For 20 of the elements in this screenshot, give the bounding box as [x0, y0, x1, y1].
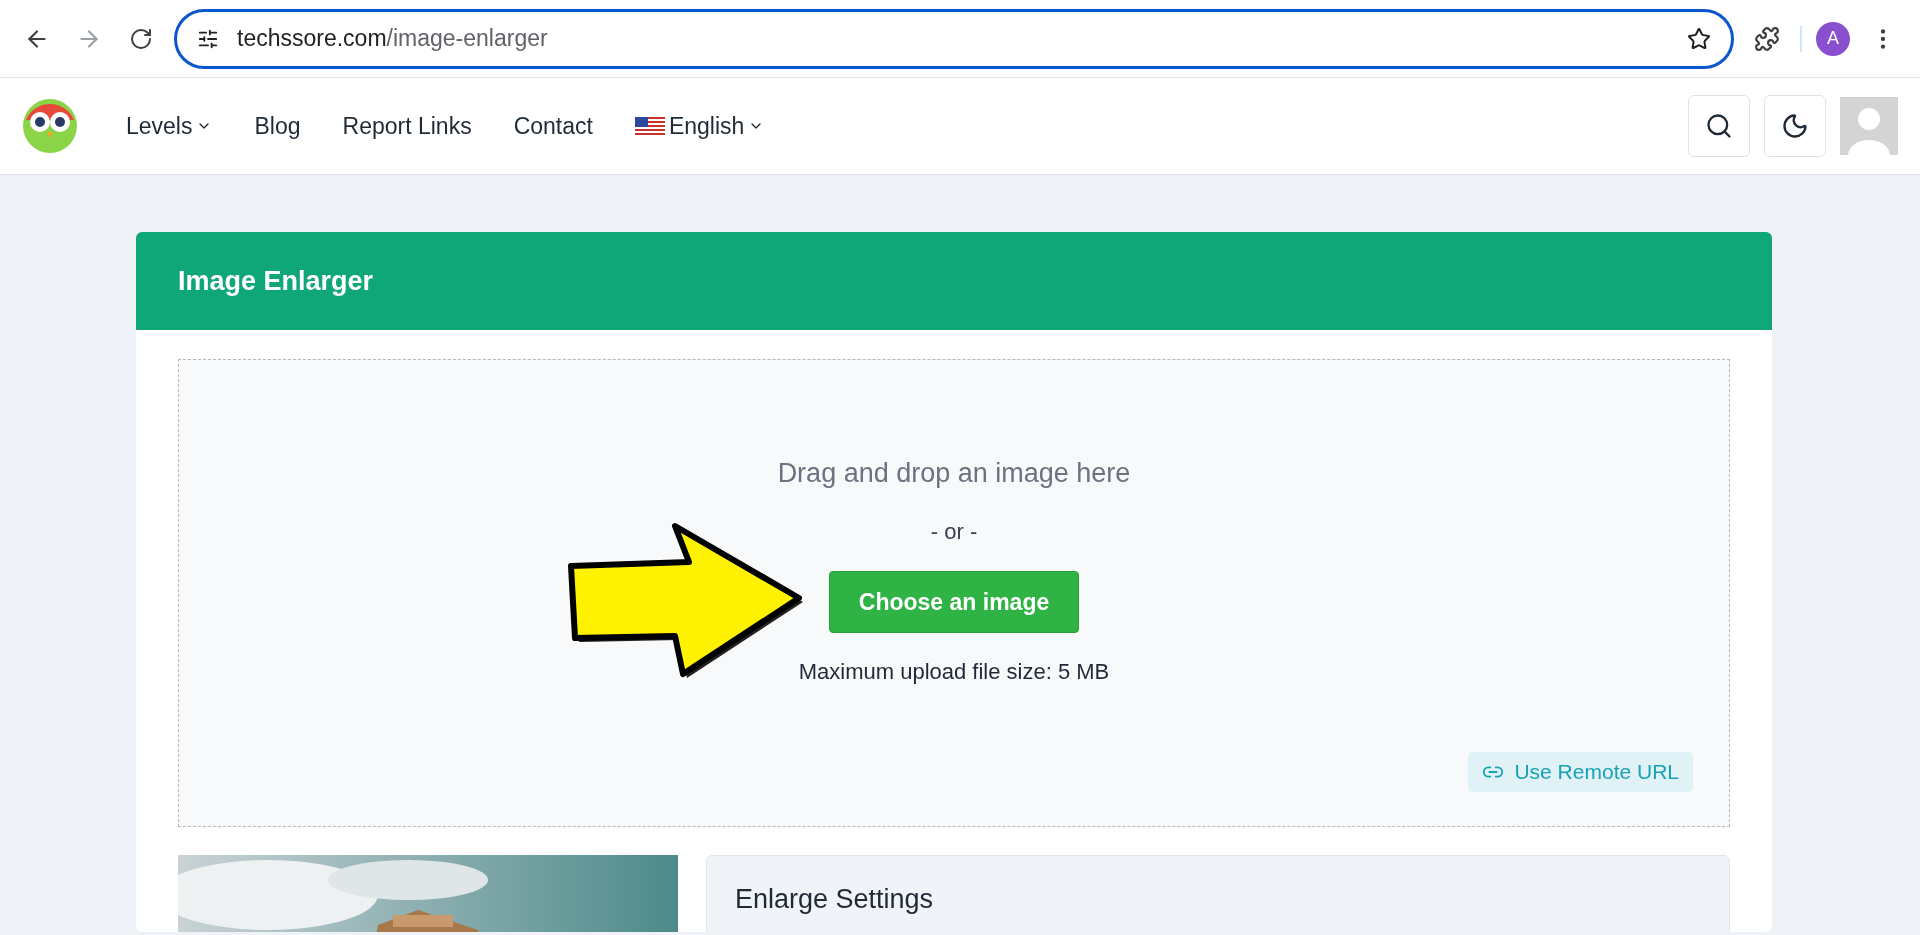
nav-link[interactable]: Levels	[126, 112, 213, 140]
site-settings-icon[interactable]	[197, 27, 219, 50]
separator-text: - or -	[930, 519, 978, 545]
nav-link[interactable]: Contact	[513, 112, 593, 140]
search-icon	[1705, 112, 1733, 140]
owl-logo-icon[interactable]	[22, 98, 78, 154]
drop-prompt: Drag and drop an image here	[777, 458, 1131, 489]
language-selector[interactable]: English	[634, 112, 765, 140]
nav-link[interactable]: Report Links	[342, 112, 472, 140]
profile-avatar[interactable]: A	[1816, 21, 1850, 56]
search-button[interactable]	[1688, 95, 1750, 157]
nav-link[interactable]: Blog	[254, 112, 301, 140]
address-bar[interactable]: techssore.com/image-enlarger	[174, 8, 1734, 69]
bookmark-star-icon[interactable]	[1687, 26, 1711, 51]
settings-title: Enlarge Settings	[735, 884, 935, 915]
dark-mode-button[interactable]	[1764, 95, 1826, 157]
moon-icon	[1781, 112, 1809, 140]
card-title: Image Enlarger	[178, 265, 374, 297]
file-size-limit: Maximum upload file size: 5 MB	[798, 659, 1110, 685]
flag-icon	[634, 117, 665, 135]
